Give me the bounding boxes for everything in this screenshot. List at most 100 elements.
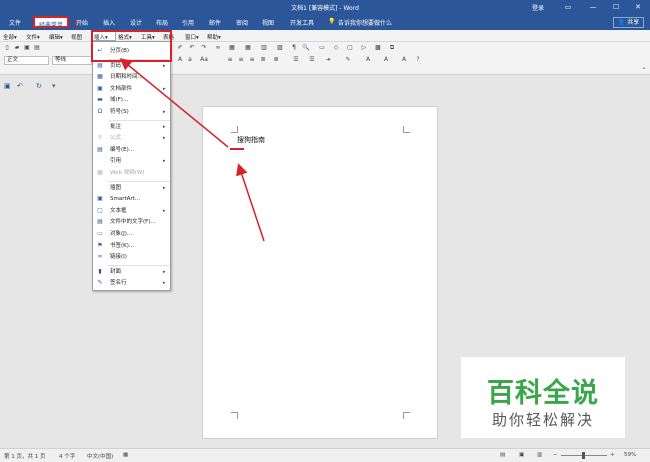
- align-center-icon[interactable]: ≡: [237, 56, 245, 64]
- tab-view[interactable]: 视图: [262, 18, 274, 27]
- insert-menu-item-19[interactable]: ✎ 签名行 ▸: [93, 278, 170, 288]
- bullets-icon[interactable]: ☰: [292, 56, 300, 64]
- insert-menu-item-2[interactable]: ▦ 日期和时间...: [93, 72, 170, 82]
- style-combo[interactable]: 正文: [4, 56, 49, 65]
- tab-mailings[interactable]: 邮件: [209, 18, 221, 27]
- change-case-icon[interactable]: Aa: [200, 56, 208, 64]
- tab-insert[interactable]: 插入: [103, 18, 115, 27]
- insert-menu-item-12[interactable]: ▣ SmartArt...: [93, 194, 170, 204]
- classic-menu-file[interactable]: 文件▾: [26, 33, 40, 41]
- shapes-icon[interactable]: ◇: [332, 44, 340, 52]
- picture-icon[interactable]: ▩: [374, 44, 382, 52]
- redo-icon[interactable]: ↷: [200, 44, 208, 52]
- tab-file[interactable]: 文件: [9, 18, 21, 27]
- insert-menu-item-16[interactable]: ⚑ 书签(K)...: [93, 241, 170, 251]
- qat-save-icon[interactable]: ▣: [4, 82, 11, 90]
- insert-menu-item-1[interactable]: ▤ 页码 ▸: [93, 61, 170, 71]
- highlight-icon[interactable]: ✎: [344, 56, 352, 64]
- print-icon[interactable]: ▤: [33, 44, 41, 52]
- help-icon[interactable]: ?: [414, 56, 422, 64]
- text-effects-icon[interactable]: A: [400, 56, 408, 64]
- share-button[interactable]: 👤 共享: [613, 17, 644, 28]
- columns-icon[interactable]: ▥: [260, 44, 268, 52]
- numbering-icon[interactable]: ☰: [308, 56, 316, 64]
- tab-developer[interactable]: 开发工具: [290, 18, 314, 27]
- tab-layout[interactable]: 布局: [156, 18, 168, 27]
- zoom-icon[interactable]: 🔍: [302, 44, 310, 52]
- classic-menu-all[interactable]: 全部▾: [3, 33, 17, 41]
- font-combo[interactable]: 等线: [52, 56, 92, 65]
- insert-menu-item-11[interactable]: 插图 ▸: [93, 183, 170, 193]
- insert-menu-item-6[interactable]: 批注 ▸: [93, 122, 170, 132]
- zoom-in-icon[interactable]: +: [610, 452, 615, 458]
- document-text[interactable]: 搜狗指南: [237, 135, 265, 145]
- align-right-icon[interactable]: ≡: [248, 56, 256, 64]
- word-count[interactable]: 4 个字: [59, 452, 75, 460]
- ribbon-display-options-icon[interactable]: ▭: [562, 1, 574, 13]
- qat-redo-icon[interactable]: ↻: [36, 82, 42, 90]
- zoom-slider-thumb[interactable]: [582, 452, 585, 459]
- format-painter-icon[interactable]: ✐: [176, 44, 184, 52]
- tab-design[interactable]: 设计: [130, 18, 142, 27]
- insert-menu-item-8[interactable]: ▤ 编号(E)...: [93, 145, 170, 155]
- classic-menu-window[interactable]: 窗口▾: [185, 33, 199, 41]
- zoom-level[interactable]: 59%: [624, 452, 636, 458]
- paragraph-mark-icon[interactable]: ¶: [290, 44, 298, 52]
- insert-menu-item-10[interactable]: ▦ Web 视频(W): [93, 168, 170, 178]
- arrange-icon[interactable]: ⧉: [388, 44, 396, 52]
- insert-menu-item-14[interactable]: ▤ 文件中的文字(F)...: [93, 217, 170, 227]
- insert-table-icon[interactable]: ▦: [244, 44, 252, 52]
- new-document-icon[interactable]: ▯: [3, 44, 11, 52]
- web-layout-icon[interactable]: ▥: [537, 452, 542, 458]
- text-box-icon[interactable]: ▢: [346, 44, 354, 52]
- insert-menu-item-9[interactable]: 引用 ▸: [93, 156, 170, 166]
- insert-menu-item-17[interactable]: ∞ 链接(I): [93, 252, 170, 262]
- tab-classic-menu[interactable]: 经典菜单: [33, 16, 70, 29]
- read-mode-icon[interactable]: ▤: [500, 452, 505, 458]
- close-icon[interactable]: ✕: [632, 1, 644, 13]
- font-color-icon[interactable]: A: [364, 56, 372, 64]
- insert-menu-item-3[interactable]: ▣ 文档部件 ▸: [93, 84, 170, 94]
- document-page[interactable]: [202, 106, 438, 439]
- tab-references[interactable]: 引用: [182, 18, 194, 27]
- comment-icon[interactable]: ▭: [318, 44, 326, 52]
- tab-review[interactable]: 审阅: [236, 18, 248, 27]
- page-count[interactable]: 第 1 页，共 1 页: [4, 452, 46, 460]
- distributed-icon[interactable]: ≣: [272, 56, 280, 64]
- insert-menu-item-15[interactable]: ▭ 对象(J)...: [93, 229, 170, 239]
- tab-home[interactable]: 开始: [76, 18, 88, 27]
- image-icon[interactable]: ▨: [276, 44, 284, 52]
- print-layout-icon[interactable]: ▣: [519, 452, 524, 458]
- align-left-icon[interactable]: ≡: [226, 56, 234, 64]
- justify-icon[interactable]: ≣: [259, 56, 267, 64]
- zoom-out-icon[interactable]: −: [553, 452, 558, 458]
- indent-icon[interactable]: ⇥: [324, 56, 332, 64]
- font-size-shrink-icon[interactable]: a: [186, 56, 194, 64]
- classic-menu-edit[interactable]: 编辑▾: [49, 33, 63, 41]
- qat-customize-icon[interactable]: ▾: [52, 82, 56, 90]
- maximize-icon[interactable]: ☐: [610, 1, 622, 13]
- classic-menu-help[interactable]: 帮助▾: [207, 33, 221, 41]
- select-icon[interactable]: ▷: [360, 44, 368, 52]
- undo-icon[interactable]: ↶: [188, 44, 196, 52]
- minimize-icon[interactable]: —: [587, 1, 599, 13]
- login-link[interactable]: 登录: [532, 3, 544, 12]
- tell-me-search[interactable]: 告诉我你想要做什么: [338, 18, 392, 27]
- open-folder-icon[interactable]: ▰: [13, 44, 21, 52]
- macro-record-icon[interactable]: ▦: [123, 452, 128, 458]
- insert-menu-item-4[interactable]: ▬ 域(F)...: [93, 95, 170, 105]
- insert-menu-item-18[interactable]: ▮ 封面 ▸: [93, 267, 170, 277]
- collapse-ribbon-icon[interactable]: ⌃: [640, 67, 648, 75]
- font-size-grow-icon[interactable]: A: [176, 56, 184, 64]
- crop-mark-bottom-left: [231, 412, 238, 419]
- table-icon[interactable]: ▦: [228, 44, 236, 52]
- insert-menu-item-5[interactable]: Ω 符号(S) ▸: [93, 107, 170, 117]
- insert-menu-item-7[interactable]: π 公式 ▸: [93, 133, 170, 143]
- char-shading-icon[interactable]: A: [382, 56, 390, 64]
- save-icon[interactable]: ▣: [23, 44, 31, 52]
- insert-menu-item-13[interactable]: ▢ 文本框 ▸: [93, 206, 170, 216]
- classic-menu-view[interactable]: 视图: [71, 33, 82, 41]
- qat-undo-icon[interactable]: ↶: [17, 82, 23, 90]
- link-icon[interactable]: ∞: [214, 44, 222, 52]
- language-indicator[interactable]: 中文(中国): [87, 452, 113, 460]
